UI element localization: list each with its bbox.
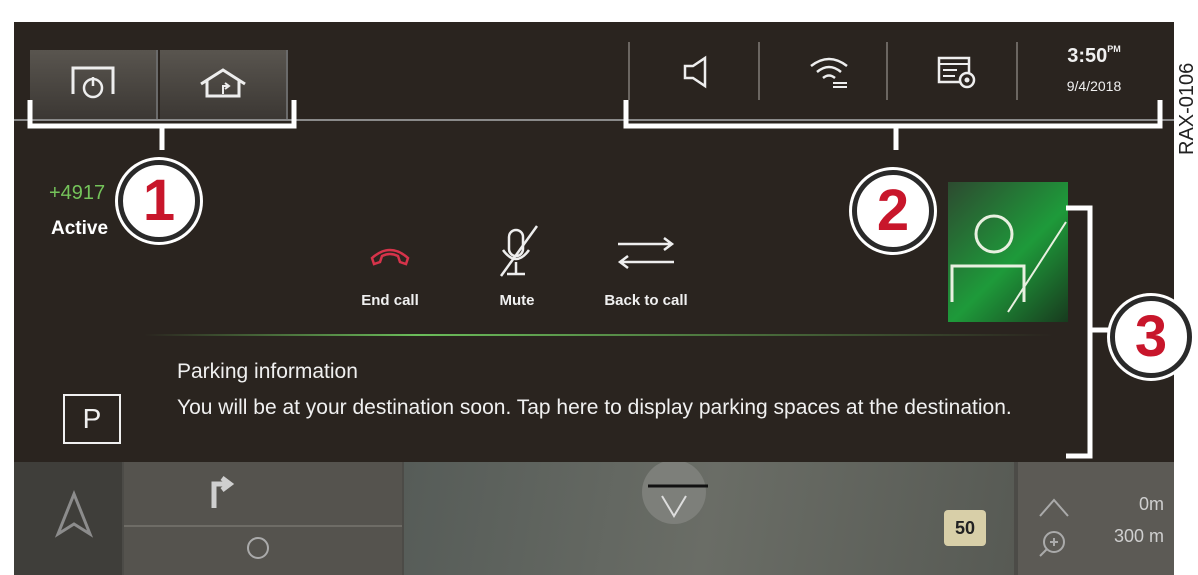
- svg-text:RAX-0106: RAX-0106: [1176, 63, 1198, 155]
- callout-2: 2: [852, 170, 934, 252]
- callout-3: 3: [1110, 296, 1192, 378]
- annotation-brackets: [27, 100, 1163, 459]
- callout-1: 1: [118, 160, 200, 242]
- image-code: RAX-0106: [1176, 63, 1198, 155]
